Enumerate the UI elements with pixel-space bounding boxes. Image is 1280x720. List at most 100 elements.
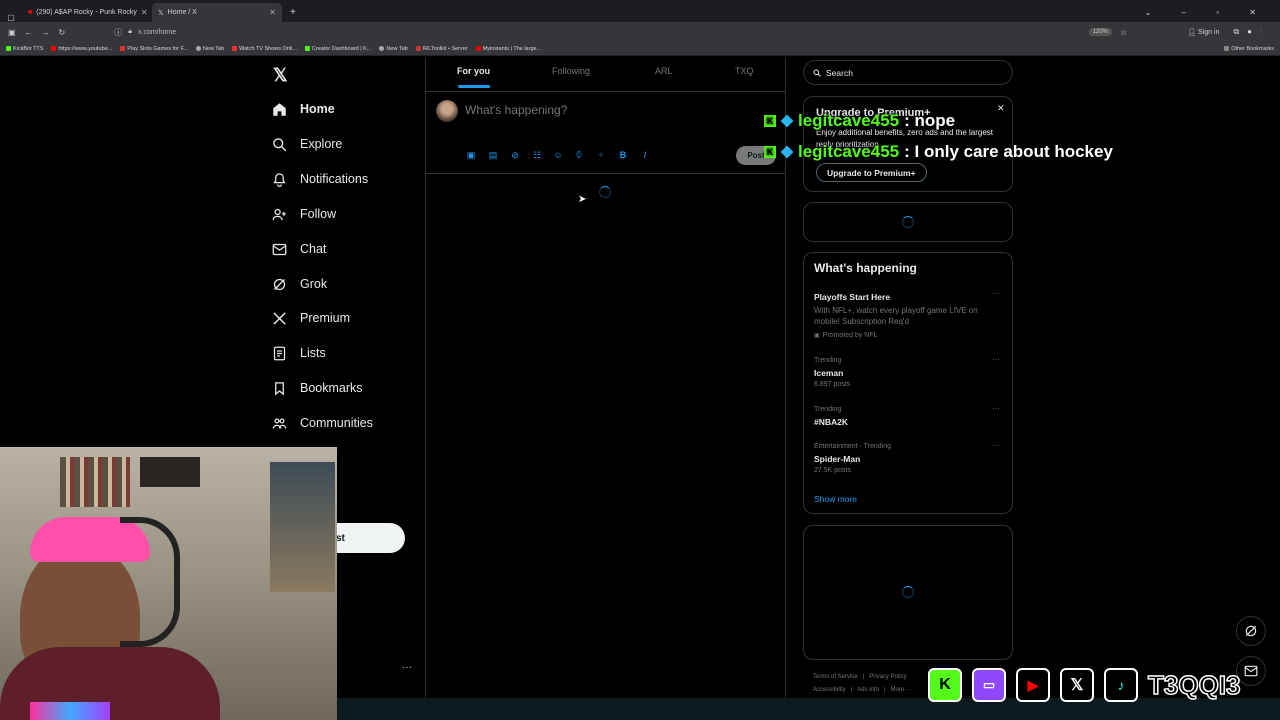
footer-link[interactable]: Terms of Service	[813, 674, 858, 680]
grok-float-button[interactable]	[1236, 616, 1266, 646]
more-icon[interactable]: ···	[992, 289, 1000, 298]
grok-icon	[1245, 625, 1257, 637]
star-icon[interactable]: ☆	[1120, 28, 1127, 37]
trend-title[interactable]: Playoffs Start Here	[814, 292, 890, 302]
tab-following[interactable]: Following	[552, 66, 590, 76]
bold-icon[interactable]: B	[618, 150, 628, 160]
search-input[interactable]: Search	[803, 60, 1013, 85]
close-icon[interactable]: ✕	[141, 8, 148, 17]
footer-separator: |	[850, 687, 853, 693]
tab-txq[interactable]: TXQ	[735, 66, 754, 76]
bookmark-item[interactable]: Creator Dashboard | K...	[304, 46, 371, 52]
composer-input[interactable]: What's happening?	[465, 103, 567, 117]
messages-float-button[interactable]	[1236, 656, 1266, 686]
upgrade-button[interactable]: Upgrade to Premium+	[816, 163, 927, 182]
more-icon[interactable]: ···	[992, 441, 1000, 450]
browser-tab-youtube[interactable]: ■ (290) A$AP Rocky - Punk Rocky ✕	[22, 3, 152, 22]
youtube-logo-icon: ▶	[1016, 668, 1050, 702]
browser-tab-bar: ▢ ■ (290) A$AP Rocky - Punk Rocky ✕ 𝕏 Ho…	[0, 0, 1280, 22]
loading-spinner	[902, 216, 914, 228]
poll-icon[interactable]: ☷	[532, 150, 542, 160]
sign-in-label: Sign in	[1198, 29, 1220, 36]
tab-arl[interactable]: ARL	[655, 66, 673, 76]
footer-link[interactable]: Accessibility	[813, 687, 846, 693]
browser-tab-x[interactable]: 𝕏 Home / X ✕	[152, 3, 282, 22]
show-more-link[interactable]: Show more	[814, 494, 857, 504]
trend-meta: Trending	[814, 357, 842, 364]
bookmark-item[interactable]: Play Slots Games for F...	[120, 46, 188, 52]
nav-item-lists[interactable]: Lists	[272, 341, 326, 365]
x-logo-icon[interactable]: 𝕏	[273, 65, 288, 86]
nav-label: Follow	[300, 207, 337, 221]
grok-icon[interactable]: ⊘	[510, 150, 520, 160]
x-logo-icon	[273, 311, 286, 325]
extensions-menu[interactable]: ⧉●⋮	[1233, 27, 1270, 37]
promoted-label: ▣ Promoted by NFL	[814, 332, 878, 339]
bookmark-label: New Tab	[202, 45, 225, 52]
footer-link[interactable]: More ···	[891, 687, 912, 693]
streamer-handle: T3QQI3	[1147, 669, 1241, 701]
trend-count: 6,897 posts	[814, 381, 851, 388]
nav-label: Communities	[300, 416, 373, 430]
more-icon[interactable]: ···	[992, 355, 1000, 364]
rgb-keyboard	[30, 702, 110, 720]
chat-username: legitcave455	[798, 111, 900, 130]
bookmark-item[interactable]: Watch TV Shows Onli...	[232, 46, 297, 52]
bookmark-item[interactable]: New Tab	[195, 45, 225, 52]
zoom-badge[interactable]: 120%	[1088, 28, 1113, 36]
footer-link[interactable]: Privacy Policy	[869, 674, 906, 680]
trend-title[interactable]: Iceman	[814, 368, 843, 378]
other-bookmarks[interactable]: Other Bookmarks	[1224, 46, 1274, 52]
url-bar: ▣←→↻ ⓘ 🔒︎ x.com/home 120% ☆ 👤︎ Sign in ⧉…	[0, 22, 1280, 42]
account-more-icon[interactable]: ···	[402, 662, 412, 673]
footer-link[interactable]: Ads info	[857, 687, 879, 693]
bookmark-label: New Tab	[386, 45, 408, 52]
youtube-icon: ■	[28, 9, 33, 16]
trend-title[interactable]: Spider-Man	[814, 454, 860, 464]
chat-message: K legitcave455 : I only care about hocke…	[764, 142, 1113, 162]
trend-meta: Trending	[814, 406, 842, 413]
lock-icon: 🔒︎	[128, 28, 132, 35]
gif-icon[interactable]: ▤	[488, 150, 498, 160]
bookmark-item[interactable]: KickBot TTS	[6, 46, 43, 52]
nav-item-explore[interactable]: Explore	[272, 132, 342, 156]
nav-label: Home	[300, 102, 335, 116]
wall-poster	[270, 462, 335, 592]
emoji-icon[interactable]: ☺	[553, 150, 563, 160]
trend-title[interactable]: #NBA2K	[814, 417, 848, 427]
bookmark-item[interactable]: New Tab	[379, 45, 408, 52]
nav-item-follow[interactable]: Follow	[272, 202, 336, 226]
nav-item-notifications[interactable]: Notifications	[272, 167, 368, 191]
nav-buttons[interactable]: ▣←→↻	[0, 28, 74, 37]
more-icon[interactable]: ···	[992, 404, 1000, 413]
url-text[interactable]: x.com/home	[138, 29, 176, 36]
nav-label: Grok	[300, 277, 328, 291]
bookmark-label: Watch TV Shows Onli...	[239, 45, 297, 52]
tab-for-you[interactable]: For you	[457, 66, 490, 76]
nav-item-chat[interactable]: Chat	[272, 237, 326, 261]
close-icon[interactable]: ✕	[269, 8, 276, 17]
image-icon[interactable]: ▣	[466, 150, 476, 160]
tab-menu-icon[interactable]: ▢	[0, 13, 22, 22]
window-controls[interactable]: ⌄ – ▫ ✕	[1135, 8, 1280, 22]
new-tab-icon[interactable]: +	[282, 7, 304, 22]
footer-links: Terms of Service | Privacy Policy Access…	[813, 674, 923, 693]
close-icon[interactable]: ✕	[997, 103, 1005, 114]
schedule-icon[interactable]: ⌚︎	[574, 150, 584, 160]
nav-item-communities[interactable]: Communities	[272, 411, 373, 435]
nav-item-bookmarks[interactable]: Bookmarks	[272, 376, 363, 400]
communities-icon	[272, 418, 287, 429]
nav-item-grok[interactable]: Grok	[272, 272, 327, 296]
avatar[interactable]	[436, 100, 458, 122]
italic-icon[interactable]: I	[640, 150, 650, 160]
trend-count: 27.5K posts	[814, 467, 851, 474]
nav-item-premium[interactable]: Premium	[272, 306, 350, 330]
sign-in-button[interactable]: 👤︎ Sign in	[1187, 28, 1219, 36]
bookmark-item[interactable]: IRLToolkit • Server	[415, 46, 468, 52]
nav-item-home[interactable]: Home	[272, 97, 335, 121]
search-icon	[813, 69, 821, 77]
location-icon[interactable]: ⌖	[596, 150, 606, 160]
x-logo-icon: 𝕏	[158, 9, 164, 17]
bookmark-item[interactable]: https://www.youtube...	[51, 46, 112, 52]
bookmark-item[interactable]: Myinstants | The large...	[475, 46, 541, 52]
